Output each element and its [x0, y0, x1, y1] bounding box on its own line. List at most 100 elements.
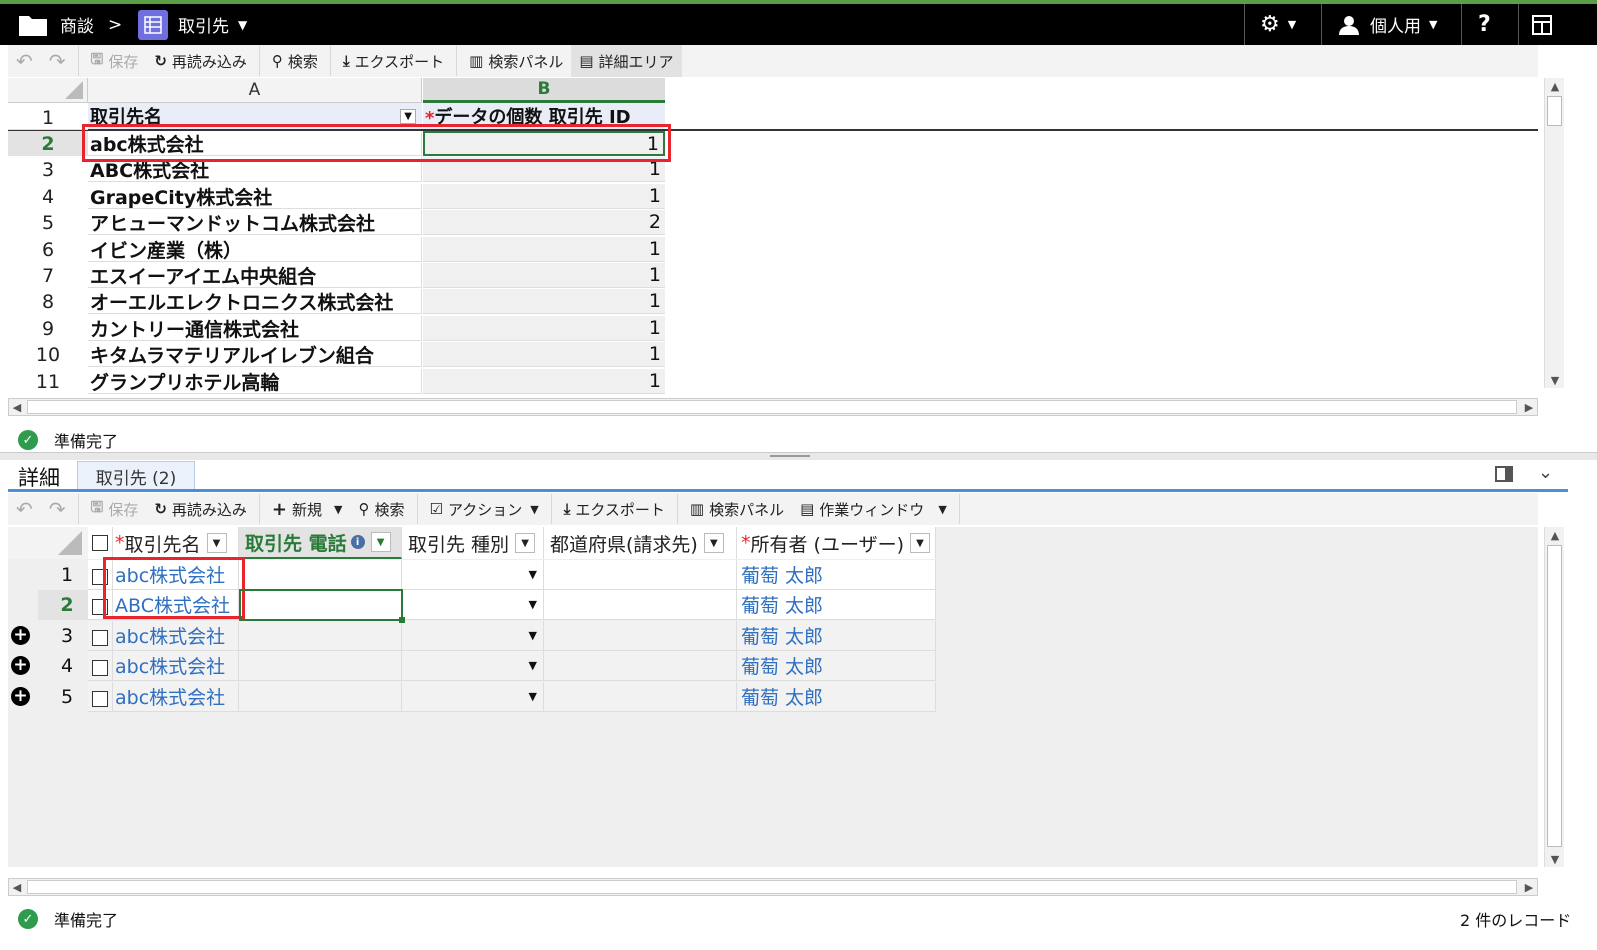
pivot-account-name-cell[interactable]: イビン産業（株） — [88, 237, 422, 262]
col-header-type[interactable]: 取引先 種別 ▼ — [402, 527, 544, 559]
dropdown-arrow-icon[interactable]: ▼ — [529, 629, 537, 642]
panel-toggle-icon[interactable] — [1495, 466, 1513, 482]
action-dropdown-icon[interactable]: ▼ — [530, 503, 538, 516]
owner-link[interactable]: 葡萄 太郎 — [737, 560, 936, 590]
vertical-scrollbar-top[interactable]: ▲ ▼ — [1544, 78, 1564, 388]
prefecture-cell[interactable] — [544, 682, 737, 712]
filter-dropdown-icon[interactable]: ▼ — [206, 533, 227, 553]
filter-dropdown-icon[interactable]: ▼ — [703, 533, 724, 553]
pivot-count-cell[interactable]: 2 — [423, 210, 665, 235]
type-select-cell[interactable]: ▼ — [402, 651, 544, 681]
prefecture-cell[interactable] — [544, 560, 737, 590]
dropdown-arrow-icon[interactable]: ▼ — [529, 568, 537, 581]
pivot-account-name-cell[interactable]: アヒューマンドットコム株式会社 — [88, 210, 422, 235]
pivot-count-cell[interactable]: 1 — [423, 342, 665, 367]
dropdown-arrow-icon[interactable]: ▼ — [529, 659, 537, 672]
filter-dropdown-icon[interactable]: ▼ — [515, 533, 536, 553]
scroll-right-icon[interactable]: ▶ — [1521, 879, 1537, 895]
pivot-count-cell[interactable]: 1 — [423, 316, 665, 341]
dropdown-arrow-icon[interactable]: ▼ — [529, 598, 537, 611]
pivot-account-name-cell[interactable]: GrapeCity株式会社 — [88, 184, 422, 209]
filter-dropdown-icon[interactable]: ▼ — [370, 532, 391, 552]
scroll-up-icon[interactable]: ▲ — [1545, 78, 1565, 94]
pivot-count-cell[interactable]: 1 — [423, 369, 665, 394]
new-dropdown-icon[interactable]: ▼ — [334, 503, 342, 516]
filter-dropdown-icon[interactable]: ▼ — [910, 533, 930, 553]
pivot-account-name-cell[interactable]: オーエルエレクトロニクス株式会社 — [88, 289, 422, 314]
breadcrumb-dropdown-icon[interactable]: ▼ — [238, 4, 247, 45]
folder-icon[interactable] — [18, 4, 48, 45]
table-row[interactable]: +5 abc株式会社 ▼ 葡萄 太郎 — [8, 682, 936, 712]
row-header[interactable]: 5 — [8, 210, 88, 235]
scroll-left-icon[interactable]: ◀ — [9, 879, 25, 895]
table-row[interactable]: +3 abc株式会社 ▼ 葡萄 太郎 — [8, 621, 936, 651]
row-checkbox[interactable] — [92, 630, 108, 646]
row-header[interactable]: 10 — [8, 342, 88, 367]
scroll-left-icon[interactable]: ◀ — [9, 399, 25, 415]
type-select-cell[interactable]: ▼ — [402, 682, 544, 712]
owner-link[interactable]: 葡萄 太郎 — [737, 621, 936, 651]
phone-cell[interactable] — [239, 621, 402, 651]
scroll-thumb[interactable] — [1547, 545, 1562, 847]
row-header[interactable]: 9 — [8, 316, 88, 341]
scroll-thumb[interactable] — [27, 400, 1517, 414]
pivot-account-name-cell[interactable]: エスイーアイエム中央組合 — [88, 263, 422, 288]
owner-link[interactable]: 葡萄 太郎 — [737, 590, 936, 620]
col-header-phone[interactable]: 取引先 電話 i ▼ — [239, 527, 402, 559]
pivot-count-cell[interactable]: 1 — [423, 289, 665, 314]
row-header[interactable]: 4 — [8, 184, 88, 209]
type-select-cell[interactable]: ▼ — [402, 621, 544, 651]
horizontal-scrollbar-bottom[interactable]: ◀ ▶ — [8, 878, 1538, 896]
select-all-checkbox[interactable] — [92, 535, 108, 551]
column-header-b[interactable]: B — [423, 78, 665, 103]
detail-export-button[interactable]: ⤓ エクスポート — [556, 493, 673, 525]
dropdown-arrow-icon[interactable]: ▼ — [529, 690, 537, 703]
breadcrumb-current[interactable]: 取引先 — [178, 4, 229, 45]
info-icon[interactable]: i — [350, 535, 365, 549]
search-button[interactable]: ⚲ 検索 — [264, 45, 326, 77]
collapse-chevron-icon[interactable]: ⌄ — [1538, 462, 1553, 483]
scroll-down-icon[interactable]: ▼ — [1545, 372, 1565, 388]
detail-search-button[interactable]: ⚲ 検索 — [351, 493, 413, 525]
action-button[interactable]: ☑ アクション ▼ — [422, 493, 547, 525]
pivot-count-cell[interactable]: 1 — [423, 237, 665, 262]
row-checkbox[interactable] — [92, 691, 108, 707]
row-header[interactable]: 6 — [8, 237, 88, 262]
phone-cell[interactable] — [239, 651, 402, 681]
phone-cell[interactable] — [239, 682, 402, 712]
detail-grid-corner[interactable] — [8, 527, 88, 559]
filter-dropdown-icon[interactable]: ▼ — [400, 109, 416, 124]
detail-area-button[interactable]: ▤ 詳細エリア — [571, 45, 682, 77]
detail-save-button[interactable]: 🖫 保存 — [83, 493, 147, 525]
column-header-a[interactable]: A — [88, 78, 422, 103]
prefecture-cell[interactable] — [544, 651, 737, 681]
account-name-link[interactable]: abc株式会社 — [113, 651, 239, 681]
col-header-account-name[interactable]: * 取引先名 ▼ — [113, 527, 239, 559]
scroll-up-icon[interactable]: ▲ — [1545, 527, 1565, 543]
pivot-account-name-cell[interactable]: グランプリホテル高輪 — [88, 369, 422, 394]
breadcrumb-root[interactable]: 商談 — [60, 4, 94, 45]
owner-link[interactable]: 葡萄 太郎 — [737, 682, 936, 712]
add-row-plus-icon[interactable]: + — [11, 626, 30, 645]
detail-undo-button[interactable]: ↶ — [8, 493, 41, 525]
save-button[interactable]: 🖫 保存 — [83, 45, 147, 77]
type-select-cell[interactable]: ▼ — [402, 560, 544, 590]
search-panel-button[interactable]: ▥ 検索パネル — [461, 45, 571, 77]
pane-splitter[interactable] — [0, 452, 1597, 460]
pivot-count-cell[interactable]: 1 — [423, 263, 665, 288]
detail-reload-button[interactable]: ↻ 再読み込み — [146, 493, 255, 525]
prefecture-cell[interactable] — [544, 621, 737, 651]
table-row[interactable]: +4 abc株式会社 ▼ 葡萄 太郎 — [8, 651, 936, 681]
work-window-dropdown-icon[interactable]: ▼ — [938, 503, 946, 516]
pivot-account-name-cell[interactable]: カントリー通信株式会社 — [88, 316, 422, 341]
row-header[interactable]: 1 — [8, 103, 88, 129]
row-header[interactable]: 8 — [8, 289, 88, 314]
col-header-prefecture[interactable]: 都道府県(請求先) ▼ — [544, 527, 737, 559]
account-name-link[interactable]: abc株式会社 — [113, 621, 239, 651]
account-name-link[interactable]: abc株式会社 — [113, 682, 239, 712]
phone-cell[interactable] — [239, 560, 402, 590]
type-select-cell[interactable]: ▼ — [402, 590, 544, 620]
vertical-scrollbar-bottom[interactable]: ▲ ▼ — [1544, 527, 1564, 867]
export-button[interactable]: ⤓ エクスポート — [335, 45, 452, 77]
row-header[interactable]: 11 — [8, 369, 88, 394]
